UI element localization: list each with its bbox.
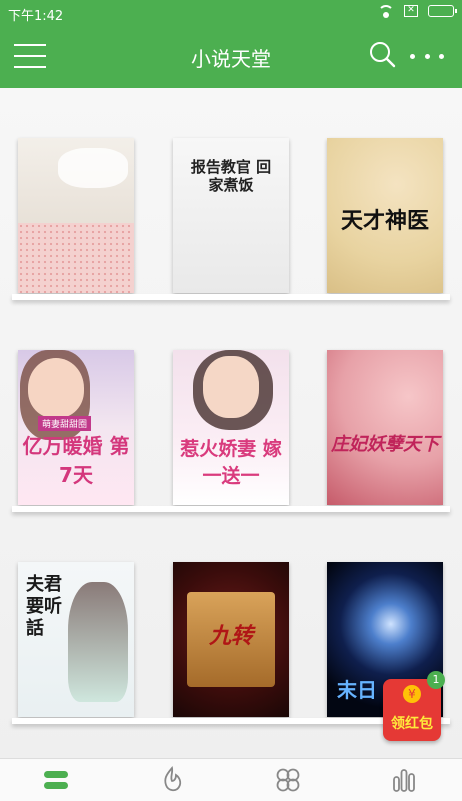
discover-flame-icon[interactable] — [152, 765, 192, 795]
ranking-icon[interactable] — [384, 765, 424, 795]
red-packet-label: 领红包 — [391, 716, 433, 732]
bookshelf: 报告教官 回家煮饭 天才神医 萌妻甜甜圈 亿万暖婚 第7天 惹火娇妻 嫁一送一 … — [0, 88, 462, 758]
status-icons: ✕ — [378, 5, 457, 18]
book-cover-5[interactable]: 惹火娇妻 嫁一送一 — [173, 350, 289, 505]
book-cover-title: 亿万暖婚 第7天 — [22, 434, 130, 487]
shelf-plank — [12, 294, 450, 300]
book-cover-2[interactable]: 报告教官 回家煮饭 — [173, 138, 289, 293]
bookshelf-icon[interactable] — [36, 765, 76, 795]
bottom-nav — [0, 758, 462, 801]
book-cover-1[interactable] — [18, 138, 134, 293]
red-packet-badge: 1 — [427, 671, 445, 689]
status-bar: 下午1:42 ✕ — [0, 0, 462, 26]
book-cover-4[interactable]: 萌妻甜甜圈 亿万暖婚 第7天 — [18, 350, 134, 505]
app-bar: 小说天堂 — [0, 26, 462, 88]
shelf-plank — [12, 506, 450, 512]
categories-icon[interactable] — [268, 765, 308, 795]
search-icon[interactable] — [368, 40, 400, 72]
book-cover-8[interactable]: 九转 — [173, 562, 289, 717]
book-cover-7[interactable]: 夫君要听話 — [18, 562, 134, 717]
book-cover-title: 九转 — [208, 624, 253, 649]
sim-disabled-icon: ✕ — [404, 5, 418, 17]
yuan-coin-icon: ¥ — [403, 685, 421, 703]
more-icon[interactable] — [410, 44, 444, 68]
book-cover-title: 夫君要听話 — [26, 574, 62, 639]
status-time: 下午1:42 — [8, 9, 64, 24]
book-cover-title: 天才神医 — [340, 208, 429, 234]
book-cover-title: 报告教官 回家煮饭 — [190, 158, 272, 194]
wifi-icon — [378, 5, 394, 18]
book-cover-subtitle: 萌妻甜甜圈 — [38, 416, 92, 431]
book-cover-6[interactable]: 庄妃妖孽天下 — [327, 350, 443, 505]
book-cover-3[interactable]: 天才神医 — [327, 138, 443, 293]
battery-icon — [428, 5, 457, 17]
book-cover-title: 惹火娇妻 嫁一送一 — [180, 438, 282, 487]
red-packet-button[interactable]: ¥ 领红包 1 — [383, 671, 445, 741]
book-cover-title: 庄妃妖孽天下 — [331, 434, 439, 455]
